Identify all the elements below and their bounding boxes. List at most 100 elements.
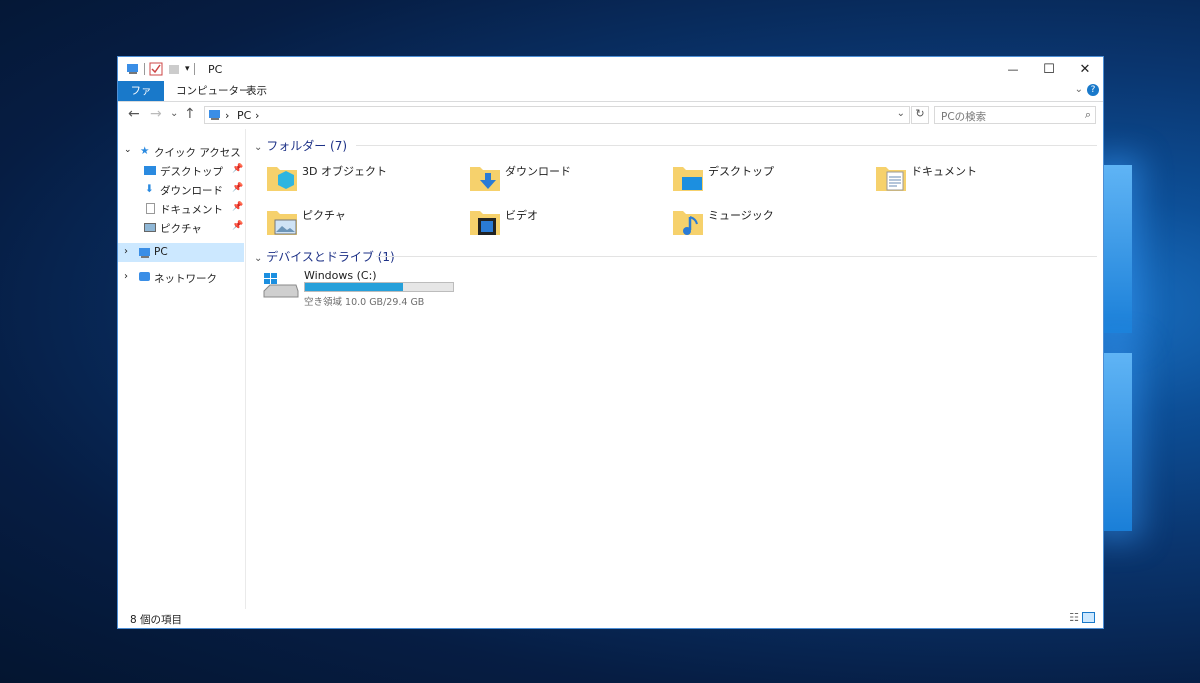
address-row: ← → ⌄ ↑ › PC › ⌄ ↻ PCの検索 ⌕ (118, 102, 1103, 128)
sidebar-item-pictures[interactable]: ピクチャ 📌 (118, 218, 244, 237)
properties-icon[interactable] (149, 62, 163, 76)
folder-label: ビデオ (505, 209, 538, 222)
drive-free-space: 空き領域 10.0 GB/29.4 GB (304, 297, 425, 308)
refresh-icon: ↻ (915, 107, 925, 120)
search-box[interactable]: PCの検索 ⌕ (934, 106, 1096, 124)
up-button[interactable]: ↑ (184, 106, 196, 122)
divider (376, 256, 1097, 257)
navigation-pane: ⌄ ★ クイック アクセス デスクトップ 📌 ⬇ ダウンロード 📌 ドキュメント… (118, 129, 246, 609)
title-bar: ▾ PC — ☐ ✕ (118, 57, 1103, 81)
address-dropdown-icon[interactable]: ⌄ (897, 108, 905, 119)
ribbon-tabs: ファイル コンピューター 表示 ⌄ ? (118, 81, 1103, 117)
windows-wallpaper-logo (1100, 165, 1140, 535)
new-folder-icon[interactable] (167, 62, 181, 76)
group-header-folders[interactable]: ⌄ フォルダー (7) (254, 137, 347, 154)
minimize-icon: — (1007, 62, 1019, 76)
pc-icon (139, 248, 150, 258)
folder-label: ダウンロード (505, 165, 571, 178)
help-icon[interactable]: ? (1087, 84, 1099, 96)
chevron-down-icon: ⌄ (254, 142, 263, 153)
separator (144, 63, 145, 75)
sidebar-item-documents[interactable]: ドキュメント 📌 (118, 199, 244, 218)
videos-icon (470, 211, 500, 235)
breadcrumb-pc[interactable]: PC (237, 109, 251, 122)
close-icon: ✕ (1079, 61, 1091, 77)
back-button[interactable]: ← (128, 106, 140, 122)
documents-icon (876, 167, 906, 191)
folder-tile-pictures[interactable]: ピクチャ (266, 203, 456, 243)
folder-tile-videos[interactable]: ビデオ (469, 203, 659, 243)
star-icon: ★ (140, 145, 150, 157)
drive-usage-bar (304, 282, 454, 292)
picture-icon (144, 223, 156, 232)
folder-label: ピクチャ (302, 209, 346, 222)
wallpaper-pane-top (1100, 165, 1132, 333)
folder-label: 3D オブジェクト (302, 165, 387, 178)
item-count: 8 個の項目 (130, 614, 183, 626)
breadcrumb-separator-icon: › (225, 109, 230, 122)
sidebar-item-label: ピクチャ (160, 223, 202, 235)
tab-file[interactable]: ファイル (118, 81, 164, 117)
downloads-icon (470, 167, 500, 191)
folder-tile-documents[interactable]: ドキュメント (875, 159, 1065, 199)
explorer-window: ▾ PC — ☐ ✕ ファイル コンピューター 表示 ⌄ ? ← → ⌄ ↑ ›… (117, 56, 1104, 629)
drive-name: Windows (C:) (304, 269, 377, 282)
qat-dropdown-icon[interactable]: ▾ (185, 64, 190, 74)
music-icon (673, 211, 703, 235)
search-input[interactable]: PCの検索 (941, 109, 986, 124)
pc-icon (209, 110, 220, 120)
pictures-icon (267, 211, 297, 235)
download-arrow-icon: ⬇ (145, 183, 154, 195)
desktop-icon (673, 167, 703, 191)
search-icon: ⌕ (1084, 108, 1091, 121)
folder-tile-desktop[interactable]: デスクトップ (672, 159, 862, 199)
refresh-button[interactable]: ↻ (911, 106, 929, 124)
drive-usage-fill (305, 283, 403, 291)
chevron-down-icon[interactable]: ⌄ (124, 145, 132, 155)
tab-view[interactable]: 表示 (238, 81, 275, 101)
quick-access-toolbar: ▾ (126, 62, 195, 76)
address-bar[interactable]: › PC › ⌄ (204, 106, 910, 124)
details-view-icon[interactable]: ☷ (1069, 611, 1079, 624)
close-button[interactable]: ✕ (1067, 57, 1103, 81)
content-area: ⌄ フォルダー (7) 3D オブジェクト ダウンロード デスクトップ ドキュメ… (246, 129, 1103, 609)
folder-label: デスクトップ (708, 165, 774, 178)
recent-locations-icon[interactable]: ⌄ (170, 108, 178, 119)
folder-tile-music[interactable]: ミュージック (672, 203, 862, 243)
chevron-right-icon[interactable]: › (124, 271, 128, 282)
group-title: デバイスとドライブ (1) (266, 250, 395, 264)
sidebar-item-downloads[interactable]: ⬇ ダウンロード 📌 (118, 180, 244, 199)
sidebar-item-label: ネットワーク (154, 273, 217, 285)
pin-icon[interactable]: 📌 (232, 164, 243, 174)
folder-label: ミュージック (708, 209, 774, 222)
sidebar-item-desktop[interactable]: デスクトップ 📌 (118, 161, 244, 180)
pin-icon[interactable]: 📌 (232, 221, 243, 231)
wallpaper-pane-bottom (1100, 353, 1132, 531)
breadcrumb-separator-icon: › (255, 109, 260, 122)
window-title: PC (208, 63, 223, 76)
expand-ribbon-icon[interactable]: ⌄ (1075, 84, 1083, 95)
pc-icon (127, 64, 138, 74)
folder-tile-3d-objects[interactable]: 3D オブジェクト (266, 159, 456, 199)
3d-objects-icon (267, 167, 297, 191)
large-icons-view-icon[interactable] (1082, 612, 1095, 623)
chevron-right-icon[interactable]: › (124, 246, 128, 257)
sidebar-item-label: ドキュメント (160, 204, 223, 216)
sidebar-item-label: デスクトップ (160, 166, 223, 178)
folder-tile-downloads[interactable]: ダウンロード (469, 159, 659, 199)
sidebar-item-label: ダウンロード (160, 185, 223, 197)
minimize-button[interactable]: — (995, 57, 1031, 81)
forward-button[interactable]: → (150, 106, 162, 122)
sidebar-item-pc[interactable]: › PC (118, 243, 244, 262)
maximize-button[interactable]: ☐ (1031, 57, 1067, 81)
pin-icon[interactable]: 📌 (232, 183, 243, 193)
group-title: フォルダー (7) (266, 139, 348, 153)
desktop-icon (144, 166, 156, 175)
drive-tile-c[interactable]: Windows (C:) 空き領域 10.0 GB/29.4 GB (262, 269, 462, 308)
pin-icon[interactable]: 📌 (232, 202, 243, 212)
sidebar-item-quick-access[interactable]: ⌄ ★ クイック アクセス (118, 142, 244, 161)
divider (356, 145, 1097, 146)
sidebar-item-network[interactable]: › ネットワーク (118, 268, 244, 287)
group-header-drives[interactable]: ⌄ デバイスとドライブ (1) (254, 248, 395, 265)
separator (193, 63, 195, 75)
